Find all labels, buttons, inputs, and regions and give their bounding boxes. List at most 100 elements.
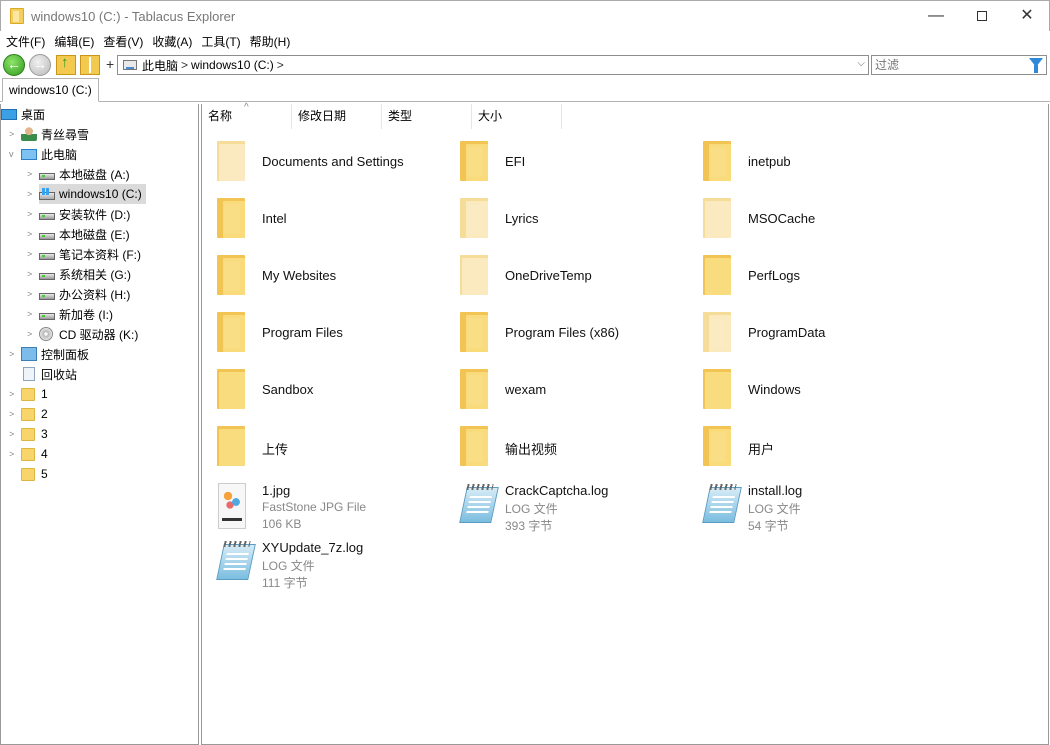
split-folder-button[interactable]: [80, 55, 100, 75]
folder-item[interactable]: wexam: [455, 369, 695, 419]
filter-input[interactable]: [872, 56, 1022, 74]
tree-item-label: 回收站: [41, 367, 78, 382]
column-size[interactable]: 大小: [472, 104, 562, 129]
tree-expand-icon[interactable]: >: [9, 430, 17, 439]
folder-item[interactable]: Sandbox: [212, 369, 452, 419]
minimize-button[interactable]: —: [913, 1, 959, 31]
up-folder-button[interactable]: ↑: [56, 54, 76, 75]
tree-expand-icon[interactable]: >: [27, 210, 35, 219]
filter-funnel-icon[interactable]: [1029, 58, 1043, 73]
folder-item[interactable]: 上传: [212, 426, 452, 476]
tree-item[interactable]: 2: [21, 404, 48, 424]
file-item[interactable]: CrackCaptcha.log LOG 文件 393 字节: [455, 483, 695, 533]
tree-expand-icon[interactable]: >: [9, 130, 17, 139]
folder-item[interactable]: Intel: [212, 198, 452, 248]
menu-favorites[interactable]: 收藏(A): [152, 33, 192, 50]
tree-item[interactable]: CD 驱动器 (K:): [39, 324, 138, 344]
tree-expand-icon[interactable]: >: [9, 350, 17, 359]
menu-file[interactable]: 文件(F): [6, 33, 45, 50]
column-name[interactable]: 名称 ^: [202, 102, 292, 129]
breadcrumb-separator[interactable]: >: [181, 58, 188, 72]
address-dropdown-icon[interactable]: ⌵: [857, 58, 865, 69]
item-size: 54 字节: [748, 519, 789, 533]
notepad-file-icon: [455, 483, 499, 527]
tree-expand-icon[interactable]: >: [27, 270, 35, 279]
tree-item-label: 1: [41, 387, 48, 401]
tree-expand-icon[interactable]: >: [27, 250, 35, 259]
folder-item[interactable]: My Websites: [212, 255, 452, 305]
column-modified-date[interactable]: 修改日期: [292, 104, 382, 129]
tree-item[interactable]: 青丝尋雪: [21, 124, 89, 144]
tree-expand-icon[interactable]: >: [9, 390, 17, 399]
breadcrumb-current-drive[interactable]: windows10 (C:): [191, 58, 274, 72]
tree-expand-icon[interactable]: >: [9, 410, 17, 419]
tree-item[interactable]: windows10 (C:): [39, 184, 146, 204]
maximize-button[interactable]: [959, 1, 1005, 31]
folder-item[interactable]: 用户: [698, 426, 938, 476]
tree-item[interactable]: 本地磁盘 (A:): [39, 164, 130, 184]
pc-icon: [123, 60, 137, 70]
tree-expand-icon[interactable]: >: [27, 310, 35, 319]
drive-icon: [39, 272, 55, 280]
folder-item[interactable]: ProgramData: [698, 312, 938, 362]
folder-item[interactable]: PerfLogs: [698, 255, 938, 305]
tree-item[interactable]: 4: [21, 444, 48, 464]
tree-item[interactable]: 1: [21, 384, 48, 404]
menu-tools[interactable]: 工具(T): [201, 33, 240, 50]
file-item[interactable]: XYUpdate_7z.log LOG 文件 111 字节: [212, 540, 452, 590]
new-tab-button[interactable]: +: [106, 56, 114, 72]
column-type[interactable]: 类型: [382, 104, 472, 129]
folder-item[interactable]: 输出视频: [455, 426, 695, 476]
back-button[interactable]: ←: [3, 54, 25, 76]
tree-item-label: 青丝尋雪: [41, 127, 90, 142]
file-item[interactable]: install.log LOG 文件 54 字节: [698, 483, 938, 533]
forward-arrow-icon: →: [33, 56, 47, 72]
folder-icon: [703, 312, 731, 352]
tree-expand-icon[interactable]: >: [27, 330, 35, 339]
folder-item[interactable]: Program Files (x86): [455, 312, 695, 362]
address-bar[interactable]: 此电脑 > windows10 (C:) > ⌵: [117, 55, 869, 75]
folder-icon: [703, 141, 731, 181]
tree-item[interactable]: 本地磁盘 (E:): [39, 224, 130, 244]
folder-item[interactable]: EFI: [455, 141, 695, 191]
tree-item[interactable]: 笔记本资料 (F:): [39, 244, 141, 264]
tree-expand-icon[interactable]: >: [27, 290, 35, 299]
item-name: install.log: [748, 483, 803, 498]
forward-button[interactable]: →: [29, 54, 51, 76]
folder-item[interactable]: MSOCache: [698, 198, 938, 248]
folder-item[interactable]: OneDriveTemp: [455, 255, 695, 305]
tree-item[interactable]: 安装软件 (D:): [39, 204, 130, 224]
folder-item[interactable]: Windows: [698, 369, 938, 419]
close-button[interactable]: ✕: [1004, 1, 1050, 31]
item-name: 输出视频: [505, 442, 558, 457]
tree-item[interactable]: 此电脑: [21, 144, 77, 164]
folder-item[interactable]: Lyrics: [455, 198, 695, 248]
tree-expand-icon[interactable]: >: [27, 230, 35, 239]
menu-view[interactable]: 查看(V): [103, 33, 143, 50]
tree-item[interactable]: 回收站: [21, 364, 77, 384]
tree-item[interactable]: 新加卷 (I:): [39, 304, 113, 324]
tree-expand-icon[interactable]: >: [9, 450, 17, 459]
tree-item[interactable]: 办公资料 (H:): [39, 284, 130, 304]
folder-item[interactable]: inetpub: [698, 141, 938, 191]
tree-item[interactable]: 桌面: [1, 104, 45, 124]
tab-windows10-c[interactable]: windows10 (C:): [2, 78, 99, 102]
tree-item[interactable]: 5: [21, 464, 48, 484]
folder-app-icon: [10, 8, 24, 24]
tree-item[interactable]: 控制面板: [21, 344, 89, 364]
folder-item[interactable]: Program Files: [212, 312, 452, 362]
menu-edit[interactable]: 编辑(E): [54, 33, 94, 50]
tree-item[interactable]: 3: [21, 424, 48, 444]
tree-expand-icon[interactable]: >: [27, 190, 35, 199]
tree-item-label: 5: [41, 467, 48, 481]
tree-item[interactable]: 系统相关 (G:): [39, 264, 131, 284]
menu-help[interactable]: 帮助(H): [250, 33, 291, 50]
tree-expand-icon[interactable]: >: [27, 170, 35, 179]
tree-item-label: 笔记本资料 (F:): [59, 247, 141, 262]
breadcrumb-separator[interactable]: >: [277, 58, 284, 72]
folder-item[interactable]: Documents and Settings: [212, 141, 452, 191]
tree-collapse-icon[interactable]: v: [9, 150, 17, 159]
item-name: Sandbox: [262, 382, 314, 397]
breadcrumb-this-pc[interactable]: 此电脑: [142, 57, 178, 74]
file-item[interactable]: 1.jpg FastStone JPG File 106 KB: [212, 483, 452, 533]
